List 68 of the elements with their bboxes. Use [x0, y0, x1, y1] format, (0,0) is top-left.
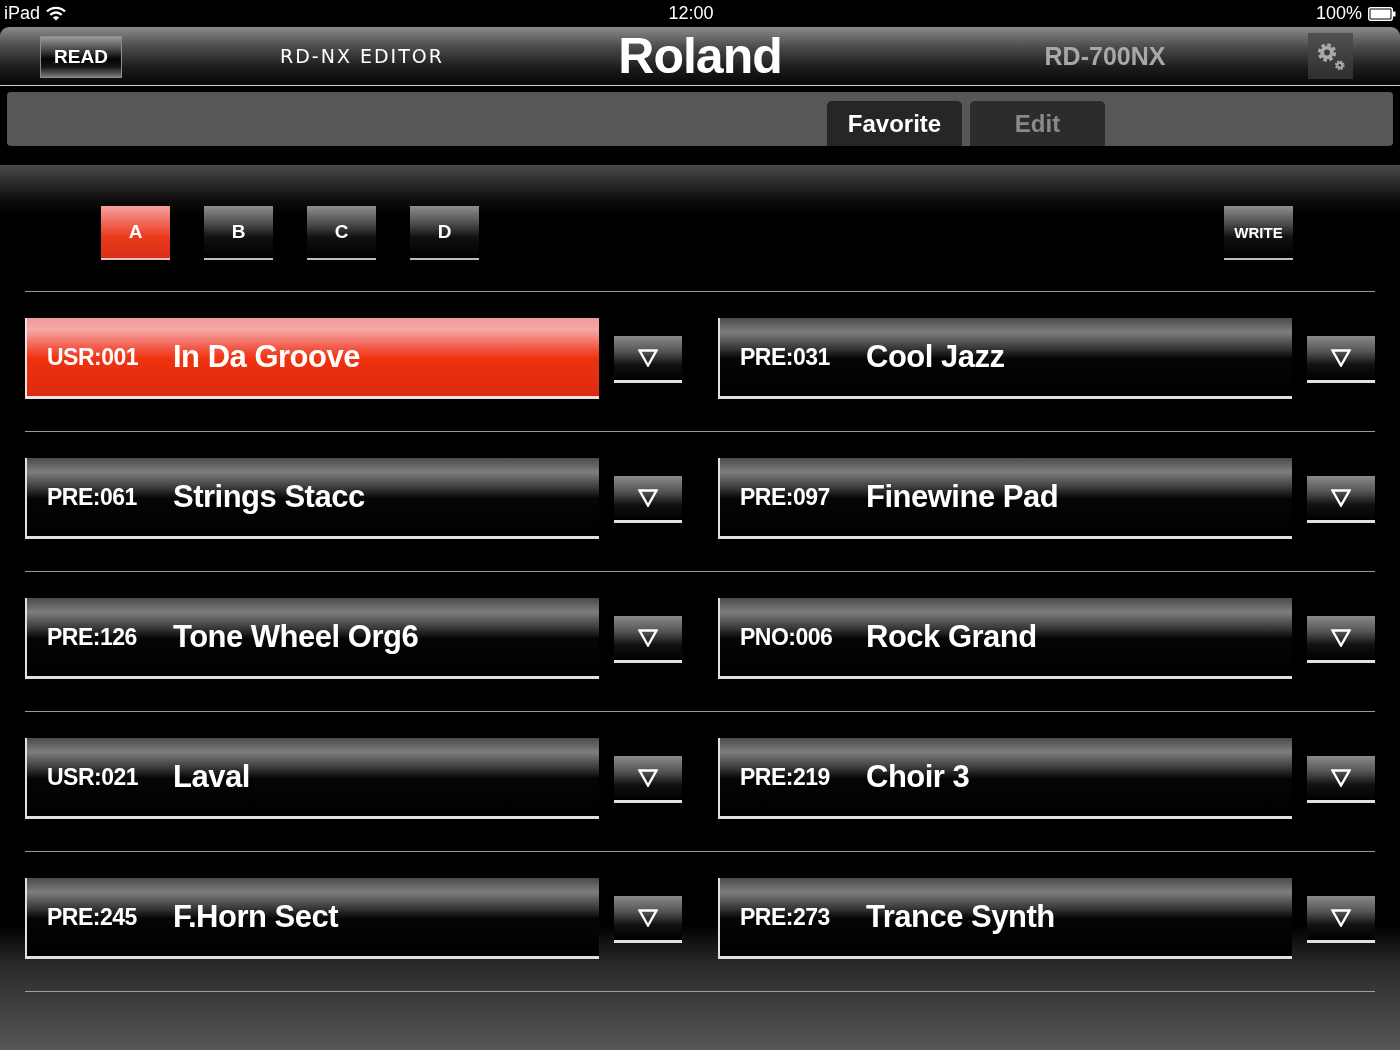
patch-slot[interactable]: PRE:031 Cool Jazz: [718, 318, 1292, 399]
device-name: iPad: [4, 3, 41, 24]
patch-number: PRE:126: [47, 623, 138, 651]
bank-button[interactable]: D: [410, 206, 479, 260]
patch-name: Strings Stacc: [173, 479, 365, 515]
settings-button[interactable]: [1308, 33, 1353, 79]
patch-slot[interactable]: PRE:219 Choir 3: [718, 738, 1292, 819]
clock-time: 12:00: [668, 3, 714, 24]
write-button[interactable]: WRITE: [1224, 206, 1293, 260]
caret-icon: [1331, 489, 1351, 507]
dropdown-button[interactable]: [614, 476, 682, 523]
settings-icon: [1315, 40, 1347, 73]
caret-icon: [638, 349, 658, 367]
dropdown-button[interactable]: [614, 896, 682, 943]
model-name: RD-700NX: [1044, 41, 1166, 71]
patch-slot[interactable]: USR:021 Laval: [25, 738, 599, 819]
dropdown-button[interactable]: [1307, 476, 1375, 523]
patch-number: USR:021: [47, 763, 140, 791]
dropdown-button[interactable]: [1307, 756, 1375, 803]
patch-number: PNO:006: [740, 623, 834, 651]
dropdown-button[interactable]: [1307, 896, 1375, 943]
patch-name: In Da Groove: [173, 339, 360, 375]
wifi-icon: [46, 6, 67, 21]
patch-name: Finewine Pad: [866, 479, 1059, 515]
patch-slot[interactable]: PRE:061 Strings Stacc: [25, 458, 599, 539]
patch-slot[interactable]: PRE:273 Trance Synth: [718, 878, 1292, 959]
patch-name: Cool Jazz: [866, 339, 1005, 375]
patch-name: Choir 3: [866, 759, 970, 795]
read-button[interactable]: READ: [40, 36, 122, 78]
battery-icon: [1368, 6, 1396, 21]
dropdown-button[interactable]: [614, 616, 682, 663]
patch-number: PRE:031: [740, 343, 831, 371]
bank-button[interactable]: A: [101, 206, 170, 260]
dropdown-button[interactable]: [614, 336, 682, 383]
caret-icon: [638, 909, 658, 927]
dropdown-button[interactable]: [1307, 336, 1375, 383]
tab[interactable]: Favorite: [827, 101, 962, 146]
patch-number: PRE:097: [740, 483, 831, 511]
caret-icon: [1331, 629, 1351, 647]
dropdown-button[interactable]: [614, 756, 682, 803]
bank-button[interactable]: B: [204, 206, 273, 260]
caret-icon: [638, 489, 658, 507]
patch-slot[interactable]: PRE:097 Finewine Pad: [718, 458, 1292, 539]
patch-slot[interactable]: USR:001 In Da Groove: [25, 318, 599, 399]
patch-name: Rock Grand: [866, 619, 1037, 655]
patch-number: PRE:219: [740, 763, 831, 791]
patch-name: Tone Wheel Org6: [173, 619, 419, 655]
battery-percent: 100%: [1315, 3, 1362, 24]
caret-icon: [638, 769, 658, 787]
patch-slot[interactable]: PNO:006 Rock Grand: [718, 598, 1292, 679]
patch-number: USR:001: [47, 343, 140, 371]
patch-name: F.Horn Sect: [173, 899, 339, 935]
patch-name: Laval: [173, 759, 250, 795]
caret-icon: [1331, 769, 1351, 787]
patch-name: Trance Synth: [866, 899, 1055, 935]
app-title: RD-NX EDITOR: [280, 45, 444, 67]
tab[interactable]: Edit: [970, 101, 1105, 146]
patch-number: PRE:273: [740, 903, 831, 931]
patch-number: PRE:245: [47, 903, 138, 931]
bank-button[interactable]: C: [307, 206, 376, 260]
dropdown-button[interactable]: [1307, 616, 1375, 663]
patch-slot[interactable]: PRE:126 Tone Wheel Org6: [25, 598, 599, 679]
logo: Roland: [618, 31, 782, 81]
patch-number: PRE:061: [47, 483, 138, 511]
caret-icon: [1331, 349, 1351, 367]
caret-icon: [1331, 909, 1351, 927]
patch-slot[interactable]: PRE:245 F.Horn Sect: [25, 878, 599, 959]
caret-icon: [638, 629, 658, 647]
